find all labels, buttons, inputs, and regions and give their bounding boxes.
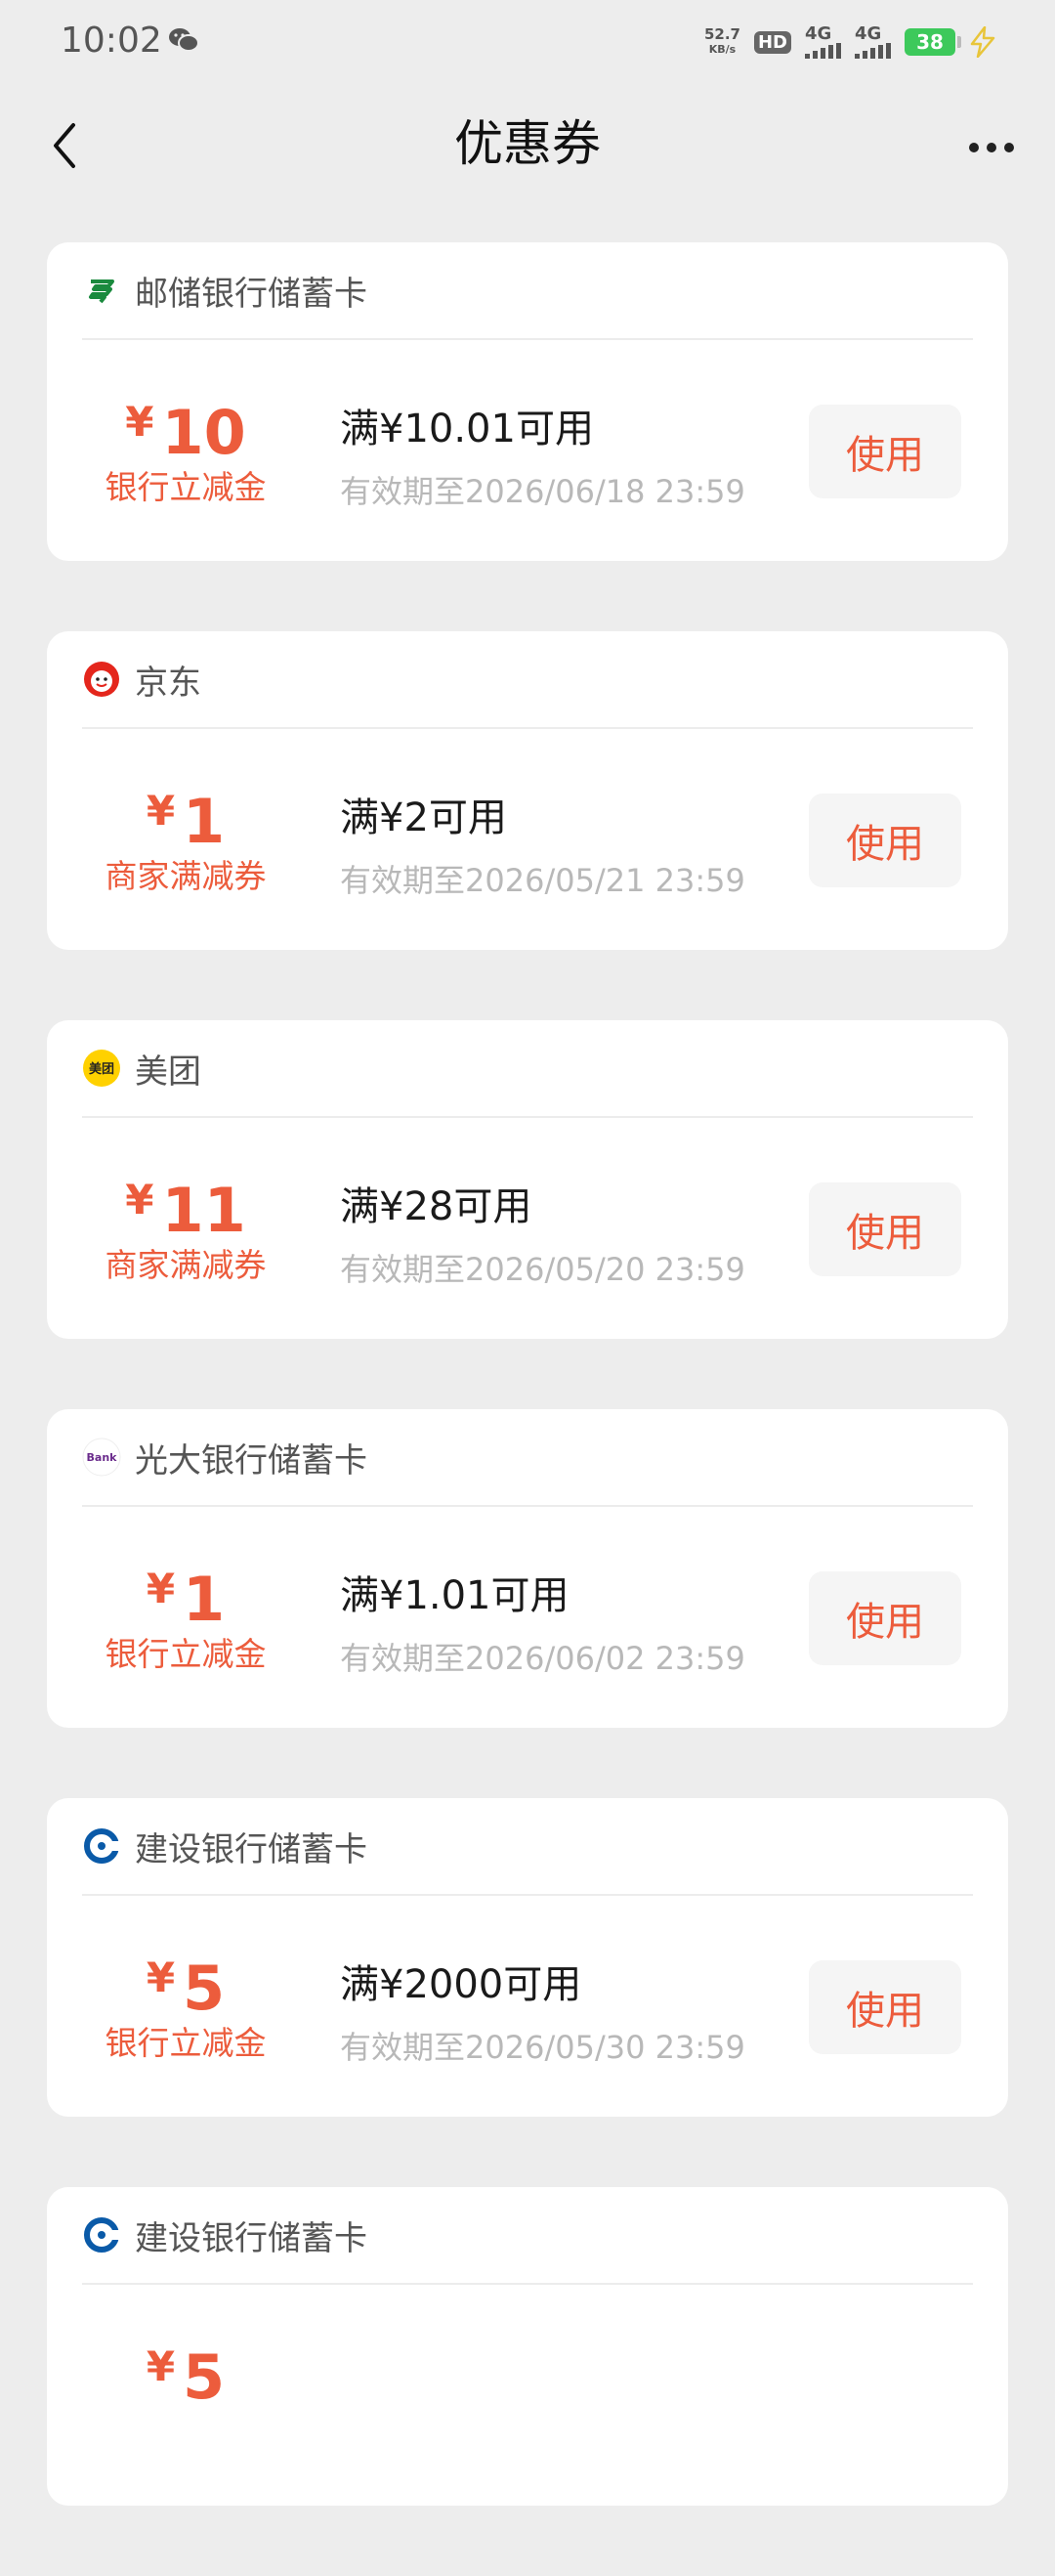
currency-symbol: ¥ [146,2342,176,2390]
coupon-condition: 满¥28可用 [340,1184,532,1229]
amount-value: 1 [183,786,226,857]
ccb-logo-icon [82,1826,121,1866]
coupon-merchant-header: 美团 美团 [82,1020,973,1118]
merchant-name: 美团 [135,1052,201,1092]
more-dot-icon [1004,143,1014,152]
signal-bars-icon [855,43,891,59]
psbc-logo-icon [82,271,121,310]
coupon-body: ¥5 银行立减金 满¥2000可用 有效期至2026/05/30 23:59 使… [47,1896,1008,2115]
network-speed: 52.7 KB/s [703,25,740,56]
use-coupon-button[interactable]: 使用 [809,1960,961,2054]
coupon-amount: ¥5 [47,2334,324,2411]
coupon-type: 商家满减券 [105,857,267,895]
coupon-validity: 有效期至2026/06/02 23:59 [340,1640,745,1677]
coupon-card: 京东 ¥1 商家满减券 满¥2可用 有效期至2026/05/21 23:59 使… [47,631,1008,950]
sim2-signal: 4G [855,25,891,59]
coupon-validity: 有效期至2026/05/20 23:59 [340,1251,745,1288]
coupon-merchant-header: 建设银行储蓄卡 [82,1798,973,1896]
coupon-merchant-header: Bank 光大银行储蓄卡 [82,1409,973,1507]
currency-symbol: ¥ [125,1176,154,1224]
signal-bars-icon [805,43,841,59]
merchant-name: 建设银行储蓄卡 [135,2218,367,2258]
cebbank-logo-icon: Bank [82,1438,121,1477]
page-title: 优惠券 [454,115,601,172]
currency-symbol: ¥ [146,1953,176,2001]
use-coupon-button[interactable]: 使用 [809,794,961,887]
coupon-amount: ¥1 商家满减券 [47,778,324,897]
coupon-card: 建设银行储蓄卡 ¥5 [47,2187,1008,2506]
hd-voice-icon: HD [753,30,791,54]
jd-logo-icon [82,660,121,699]
merchant-name: 光大银行储蓄卡 [135,1440,367,1481]
use-coupon-button[interactable]: 使用 [809,1182,961,1276]
charging-bolt-icon [970,26,995,58]
coupon-type: 商家满减券 [105,1246,267,1284]
coupon-condition: 满¥10.01可用 [340,407,594,451]
coupon-merchant-header: 邮储银行储蓄卡 [82,242,973,340]
coupon-validity: 有效期至2026/05/21 23:59 [340,862,745,899]
coupon-body: ¥5 [47,2285,1008,2504]
coupon-amount: ¥10 银行立减金 [47,389,324,508]
coupon-card: Bank 光大银行储蓄卡 ¥1 银行立减金 满¥1.01可用 有效期至2026/… [47,1409,1008,1728]
merchant-name: 建设银行储蓄卡 [135,1829,367,1869]
coupon-amount: ¥1 银行立减金 [47,1556,324,1675]
wechat-notification-icon [169,28,199,52]
currency-symbol: ¥ [146,787,176,835]
amount-value: 1 [183,1564,226,1635]
meituan-logo-icon: 美团 [82,1049,121,1088]
coupon-amount: ¥5 银行立减金 [47,1945,324,2064]
coupon-validity: 有效期至2026/05/30 23:59 [340,2029,745,2066]
coupon-amount: ¥11 商家满减券 [47,1167,324,1286]
svg-text:Bank: Bank [87,1451,118,1464]
svg-text:美团: 美团 [89,1061,114,1077]
status-time: 10:02 [61,21,162,61]
ccb-logo-icon [82,2215,121,2254]
nav-bar: 优惠券 [0,84,1055,207]
more-options-button[interactable] [957,123,1026,172]
amount-value: 5 [183,1953,226,2024]
more-dot-icon [987,143,996,152]
use-coupon-button[interactable]: 使用 [809,1571,961,1665]
coupon-body: ¥10 银行立减金 满¥10.01可用 有效期至2026/06/18 23:59… [47,340,1008,559]
amount-value: 10 [161,397,246,468]
currency-symbol: ¥ [125,398,154,446]
coupon-body: ¥11 商家满减券 满¥28可用 有效期至2026/05/20 23:59 使用 [47,1118,1008,1337]
coupon-type: 银行立减金 [105,1635,267,1673]
coupon-condition: 满¥1.01可用 [340,1573,570,1618]
coupon-validity: 有效期至2026/06/18 23:59 [340,473,745,510]
coupon-list: 邮储银行储蓄卡 ¥10 银行立减金 满¥10.01可用 有效期至2026/06/… [47,242,1008,2576]
status-indicators: 52.7 KB/s HD 4G 4G 38 [704,21,996,63]
more-dot-icon [969,143,979,152]
coupon-merchant-header: 京东 [82,631,973,729]
amount-value: 5 [183,2341,226,2413]
coupon-body: ¥1 商家满减券 满¥2可用 有效期至2026/05/21 23:59 使用 [47,729,1008,948]
coupon-merchant-header: 建设银行储蓄卡 [82,2187,973,2285]
amount-value: 11 [161,1175,246,1246]
coupon-type: 银行立减金 [105,468,267,506]
merchant-name: 邮储银行储蓄卡 [135,274,367,314]
coupon-card: 美团 美团 ¥11 商家满减券 满¥28可用 有效期至2026/05/20 23… [47,1020,1008,1339]
currency-symbol: ¥ [146,1565,176,1612]
battery-icon: 38 [905,28,961,56]
coupon-condition: 满¥2000可用 [340,1962,582,2007]
merchant-name: 京东 [135,663,201,703]
coupon-card: 建设银行储蓄卡 ¥5 银行立减金 满¥2000可用 有效期至2026/05/30… [47,1798,1008,2117]
coupon-condition: 满¥2可用 [340,795,507,840]
use-coupon-button[interactable]: 使用 [809,405,961,498]
coupon-type: 银行立减金 [105,2024,267,2062]
sim1-signal: 4G [805,25,841,59]
coupon-card: 邮储银行储蓄卡 ¥10 银行立减金 满¥10.01可用 有效期至2026/06/… [47,242,1008,561]
status-bar: 10:02 52.7 KB/s HD 4G 4G 38 [0,0,1055,84]
coupon-body: ¥1 银行立减金 满¥1.01可用 有效期至2026/06/02 23:59 使… [47,1507,1008,1726]
